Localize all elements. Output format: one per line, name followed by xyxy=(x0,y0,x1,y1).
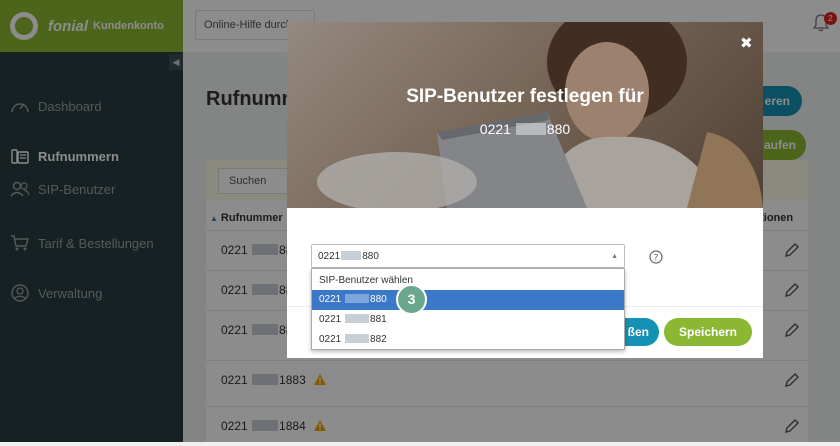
chevron-down-icon: ▲ xyxy=(611,253,618,260)
redacted-block xyxy=(345,334,370,343)
dropdown-option-selected[interactable]: 0221 880 xyxy=(312,290,624,310)
redacted-block xyxy=(345,314,370,323)
svg-text:?: ? xyxy=(654,254,659,264)
dropdown-option[interactable]: 0221 882 xyxy=(312,330,624,350)
close-icon[interactable]: ✖ xyxy=(740,34,753,52)
modal-title: SIP-Benutzer festlegen für xyxy=(406,86,644,107)
save-button[interactable]: Speichern xyxy=(664,318,752,346)
dropdown-option[interactable]: SIP-Benutzer wählen xyxy=(312,271,624,291)
modal-subtitle-number: 0221 880 xyxy=(479,121,571,137)
help-icon[interactable]: ? xyxy=(649,250,663,264)
redacted-block xyxy=(515,123,546,135)
hero-image xyxy=(287,22,763,208)
dropdown-option[interactable]: 0221 881 xyxy=(312,310,624,330)
redacted-block xyxy=(341,251,362,260)
number-select[interactable]: 0221 880 ▲ xyxy=(311,244,625,268)
redacted-block xyxy=(345,294,370,303)
step-number-badge: 3 xyxy=(396,284,427,315)
number-dropdown-list: SIP-Benutzer wählen 0221 880 0221 881 02… xyxy=(311,268,625,350)
